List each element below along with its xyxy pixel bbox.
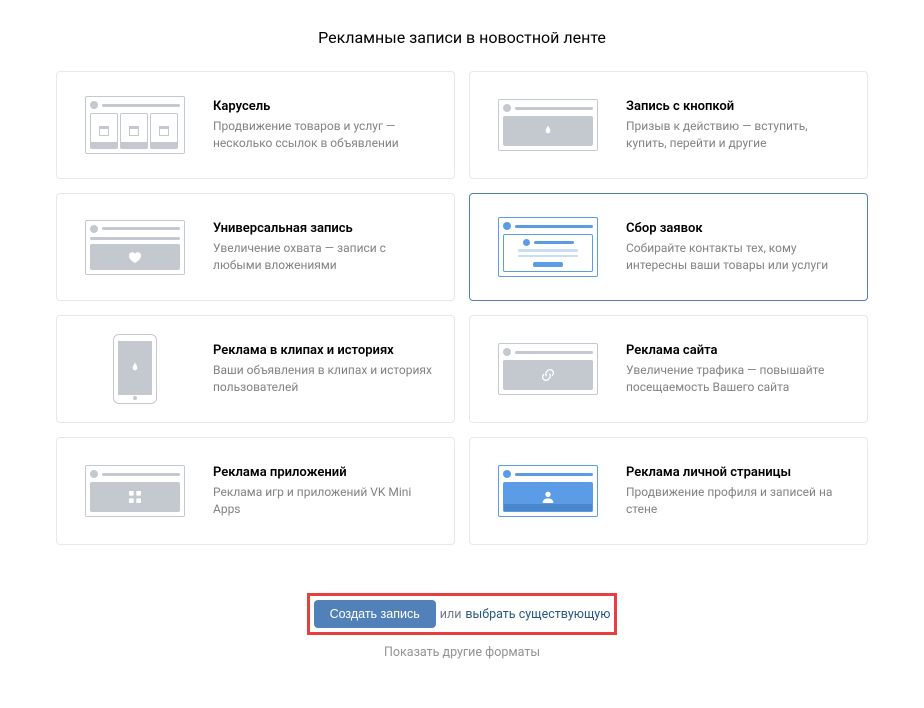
card-button-post[interactable]: Запись с кнопкой Призыв к действию — вст…	[469, 71, 868, 179]
card-title: Запись с кнопкой	[626, 99, 849, 114]
create-post-button[interactable]: Создать запись	[314, 600, 436, 628]
card-title: Универсальная запись	[213, 221, 436, 236]
card-apps[interactable]: Реклама приложений Реклама игр и приложе…	[56, 437, 455, 545]
card-desc: Продвижение профиля и записей на стене	[626, 484, 849, 518]
card-desc: Увеличение трафика — повышайте посещаемо…	[626, 362, 849, 396]
card-title: Сбор заявок	[626, 221, 849, 236]
card-desc: Собирайте контакты тех, кому интересны в…	[626, 240, 849, 274]
or-text: или	[440, 607, 462, 622]
site-icon	[488, 343, 608, 395]
card-title: Карусель	[213, 99, 436, 114]
button-post-icon	[488, 99, 608, 151]
card-title: Реклама сайта	[626, 343, 849, 358]
apps-icon	[75, 465, 195, 517]
card-desc: Продвижение товаров и услуг — несколько …	[213, 118, 436, 152]
profile-icon	[488, 465, 608, 517]
card-carousel[interactable]: Карусель Продвижение товаров и услуг — н…	[56, 71, 455, 179]
card-leads[interactable]: Сбор заявок Собирайте контакты тех, кому…	[469, 193, 868, 301]
universal-icon	[75, 220, 195, 275]
card-desc: Призыв к действию — вступить, купить, пе…	[626, 118, 849, 152]
carousel-icon	[75, 96, 195, 154]
stories-icon	[75, 334, 195, 404]
ad-format-grid: Карусель Продвижение товаров и услуг — н…	[0, 71, 924, 545]
card-desc: Увеличение охвата — записи с любыми влож…	[213, 240, 436, 274]
choose-existing-link[interactable]: выбрать существующую	[465, 607, 610, 622]
card-universal[interactable]: Универсальная запись Увеличение охвата —…	[56, 193, 455, 301]
card-desc: Ваши объявления в клипах и историях поль…	[213, 362, 436, 396]
show-other-formats-link[interactable]: Показать другие форматы	[384, 645, 540, 660]
card-title: Реклама в клипах и историях	[213, 343, 436, 358]
highlighted-action-row: Создать запись или выбрать существующую	[307, 593, 618, 635]
card-title: Реклама личной страницы	[626, 465, 849, 480]
page-title: Рекламные записи в новостной ленте	[0, 28, 924, 47]
card-site[interactable]: Реклама сайта Увеличение трафика — повыш…	[469, 315, 868, 423]
card-stories[interactable]: Реклама в клипах и историях Ваши объявле…	[56, 315, 455, 423]
card-title: Реклама приложений	[213, 465, 436, 480]
bottom-actions: Создать запись или выбрать существующую …	[0, 593, 924, 660]
card-profile[interactable]: Реклама личной страницы Продвижение проф…	[469, 437, 868, 545]
leads-icon	[488, 217, 608, 277]
card-desc: Реклама игр и приложений VK Mini Apps	[213, 484, 436, 518]
